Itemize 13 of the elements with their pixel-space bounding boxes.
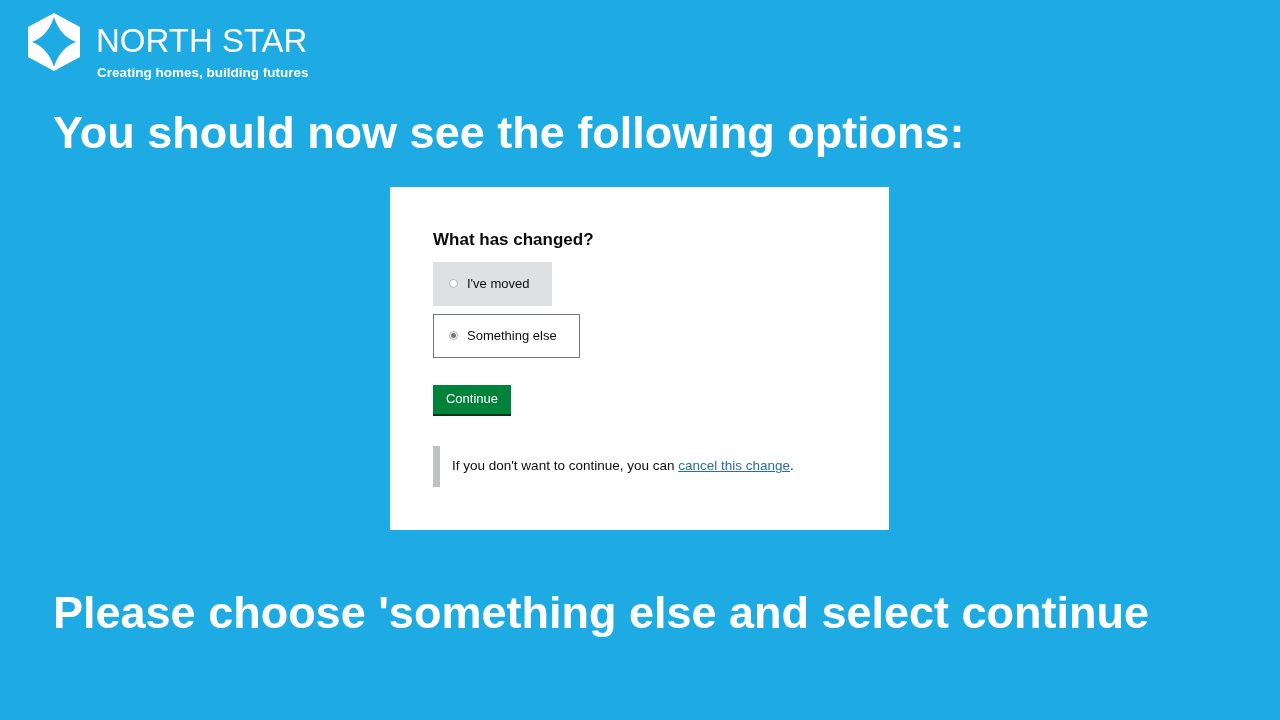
cancel-link[interactable]: cancel this change — [678, 458, 791, 474]
question-heading: What has changed? — [433, 230, 594, 248]
instruction-text: Please choose 'something else and select continue — [53, 589, 1150, 635]
radio-option[interactable]: Something else — [433, 313, 580, 358]
radio-icon[interactable] — [449, 331, 458, 340]
continue-button[interactable]: Continue — [433, 384, 511, 414]
radio-icon[interactable] — [449, 279, 458, 288]
radio-option[interactable]: I've moved — [433, 261, 553, 306]
page-heading: You should now see the following options: — [53, 109, 965, 155]
brand-name: NORTH STAR — [96, 24, 309, 57]
brand-tagline: Creating homes, building futures — [97, 66, 309, 80]
star-hexagon-logo-icon — [28, 13, 80, 71]
notice-text: If you don't want to continue, you can cancel this change. — [452, 459, 794, 473]
